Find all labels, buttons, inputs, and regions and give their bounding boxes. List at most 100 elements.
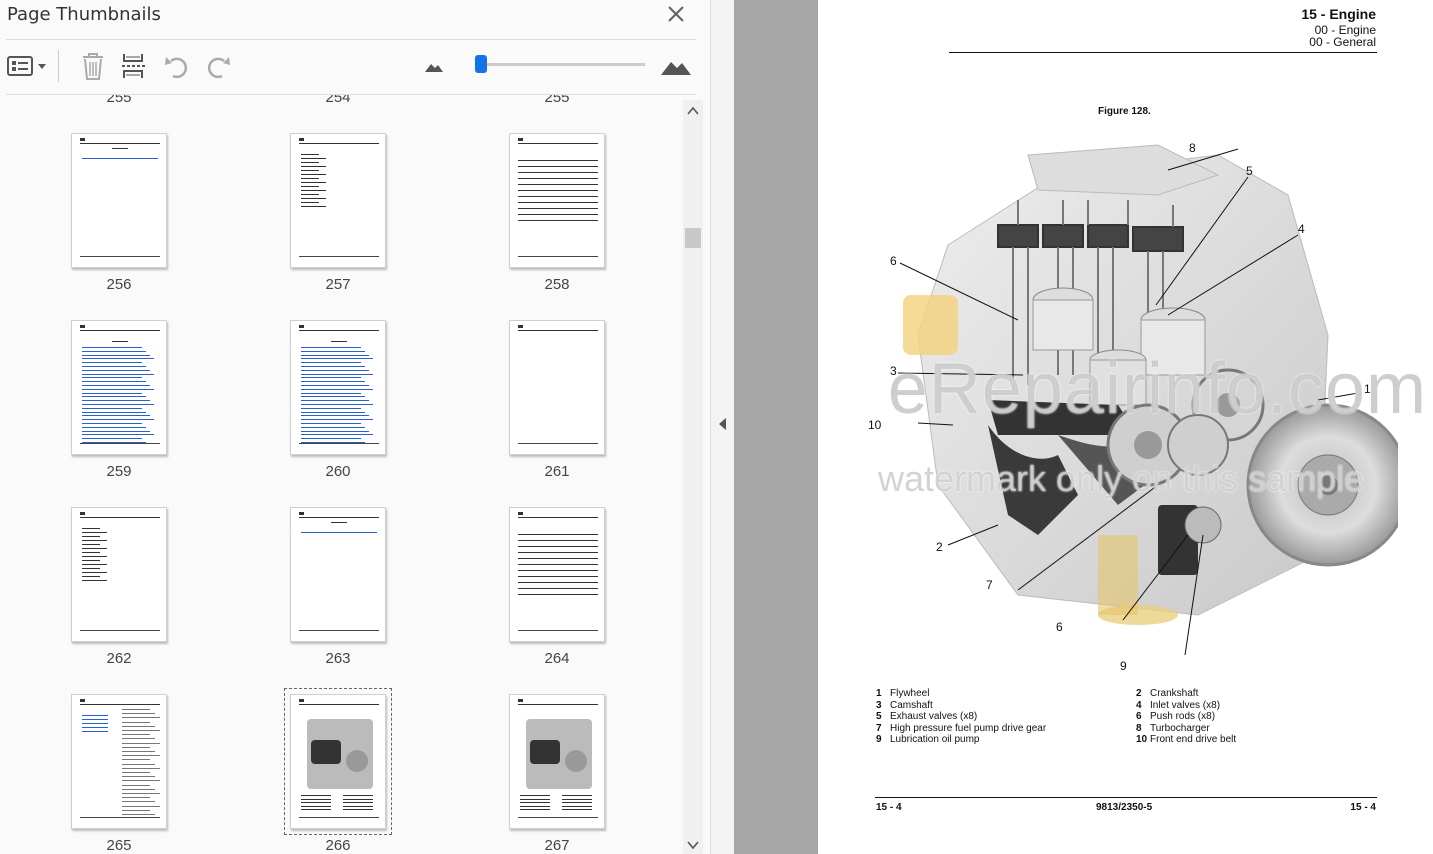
callout-2: 2 — [936, 540, 943, 554]
legend-text: Lubrication oil pump — [890, 734, 980, 745]
legend-item: 2 Crankshaft — [1136, 688, 1198, 699]
insert-pages-button[interactable] — [119, 48, 149, 84]
scroll-down-icon[interactable] — [686, 838, 700, 852]
legend-number: 2 — [1136, 688, 1142, 699]
thumbnail-options-icon — [7, 56, 46, 76]
page-thumbnail[interactable] — [290, 507, 386, 642]
legend-item: 7 High pressure fuel pump drive gear — [876, 723, 1046, 734]
legend-item: 1 Flywheel — [876, 688, 929, 699]
legend-item: 5 Exhaust valves (x8) — [876, 711, 977, 722]
thumbnail-page-number: 264 — [544, 650, 570, 667]
footer-doc-number: 9813/2350-5 — [1096, 802, 1153, 813]
close-icon — [668, 6, 684, 22]
callout-6b: 6 — [1056, 620, 1063, 634]
footer-rule — [875, 797, 1377, 798]
legend-text: Exhaust valves (x8) — [890, 711, 978, 722]
thumbnail-page-number: 267 — [544, 837, 570, 854]
insert-pages-icon — [122, 54, 146, 78]
thumbnail-label-partial: 254 — [325, 95, 351, 106]
thumbnail-size-slider[interactable] — [475, 63, 645, 66]
page-header-section: 00 - General — [1309, 35, 1376, 49]
legend-text: High pressure fuel pump drive gear — [890, 722, 1047, 734]
page-thumbnail[interactable] — [284, 688, 392, 835]
legend-text: Inlet valves (x8) — [1150, 699, 1221, 711]
page-thumbnail[interactable] — [71, 694, 167, 829]
slider-handle[interactable] — [475, 55, 488, 73]
rotate-clockwise-icon — [207, 57, 230, 79]
watermark-site: eRepairinfo.com — [887, 349, 1427, 429]
legend-number: 3 — [876, 699, 882, 711]
header-rule — [949, 52, 1377, 53]
scroll-up-icon[interactable] — [686, 104, 700, 118]
legend-text: Flywheel — [890, 688, 930, 699]
legend-item: 9 Lubrication oil pump — [876, 734, 980, 745]
legend-number: 4 — [1136, 699, 1142, 711]
trash-icon — [83, 53, 103, 80]
thumbnail-page-number: 262 — [106, 650, 132, 667]
callout-5: 5 — [1246, 164, 1253, 178]
thumbnail-page-number: 258 — [544, 276, 570, 293]
thumbnail-options-button[interactable] — [6, 48, 50, 84]
close-panel-button[interactable] — [664, 2, 688, 26]
zoom-in-thumbnails-button[interactable] — [658, 48, 694, 84]
collapse-panel-icon[interactable] — [719, 418, 726, 430]
footer-page-right: 15 - 4 — [1350, 802, 1376, 813]
page-thumbnail[interactable] — [71, 320, 167, 455]
figure-title: Figure 128. — [1098, 106, 1151, 117]
thumbnail-page-number: 261 — [544, 463, 570, 480]
callout-7: 7 — [986, 578, 993, 592]
delete-pages-button[interactable] — [78, 48, 108, 84]
legend-number: 5 — [876, 711, 882, 722]
page-thumbnail[interactable] — [509, 320, 605, 455]
legend-item: 4 Inlet valves (x8) — [1136, 700, 1220, 711]
legend-number: 1 — [876, 688, 882, 699]
thumbnail-list: 255 254 255 256 257 258 259 260 261 262 263 264 265 2… — [0, 95, 683, 854]
legend-number: 9 — [876, 734, 882, 745]
large-mountain-icon — [661, 62, 691, 75]
thumbnail-page-number: 263 — [325, 650, 351, 667]
legend-item: 8 Turbocharger — [1136, 723, 1210, 734]
rotate-left-button[interactable] — [162, 48, 192, 84]
legend-text: Push rods (x8) — [1150, 711, 1216, 722]
legend-text: Turbocharger — [1150, 722, 1210, 734]
legend-item: 6 Push rods (x8) — [1136, 711, 1215, 722]
panel-title: Page Thumbnails — [7, 4, 161, 25]
thumbnail-scrollbar[interactable] — [683, 100, 703, 854]
title-separator — [6, 39, 696, 40]
thumbnail-label-partial: 255 — [544, 95, 570, 106]
page-thumbnail[interactable] — [290, 133, 386, 268]
callout-8: 8 — [1189, 141, 1196, 155]
legend-text: Front end drive belt — [1150, 734, 1237, 745]
callout-9: 9 — [1120, 659, 1127, 673]
legend-number: 6 — [1136, 711, 1142, 722]
legend-text: Camshaft — [890, 699, 933, 711]
page-thumbnail[interactable] — [71, 507, 167, 642]
thumbnail-page-number: 257 — [325, 276, 351, 293]
thumbnail-page-number: 265 — [106, 837, 132, 854]
legend-item: 10 Front end drive belt — [1136, 734, 1236, 745]
zoom-out-thumbnails-button[interactable] — [421, 48, 447, 84]
page-header-title: 15 - Engine — [1301, 6, 1376, 22]
scroll-thumb[interactable] — [685, 228, 701, 248]
thumbnail-page-number: 256 — [106, 276, 132, 293]
legend-number: 7 — [876, 722, 882, 734]
toolbar-divider — [58, 50, 59, 82]
thumbnail-page-number: 259 — [106, 463, 132, 480]
legend-item: 3 Camshaft — [876, 700, 933, 711]
thumbnail-grid: 255 254 255 256 257 258 259 260 261 262 263 264 265 2… — [0, 95, 683, 854]
document-page: 15 - Engine 00 - Engine 00 - General Fig… — [818, 0, 1433, 854]
thumbnail-page-number: 266 — [325, 837, 351, 854]
page-thumbnail[interactable] — [509, 133, 605, 268]
thumbnail-page-number: 260 — [325, 463, 351, 480]
callout-4: 4 — [1298, 222, 1305, 236]
page-thumbnail[interactable] — [290, 320, 386, 455]
rotate-right-button[interactable] — [203, 48, 233, 84]
callout-6a: 6 — [890, 254, 897, 268]
page-thumbnail[interactable] — [71, 133, 167, 268]
panel-splitter[interactable] — [710, 0, 734, 854]
pdf-viewer-window: Page Thumbnails 255 254 255 256 257 258 … — [0, 0, 1433, 854]
page-thumbnail[interactable] — [509, 694, 605, 829]
footer-page-left: 15 - 4 — [876, 802, 902, 813]
legend-number: 10 — [1136, 734, 1148, 745]
page-thumbnail[interactable] — [509, 507, 605, 642]
